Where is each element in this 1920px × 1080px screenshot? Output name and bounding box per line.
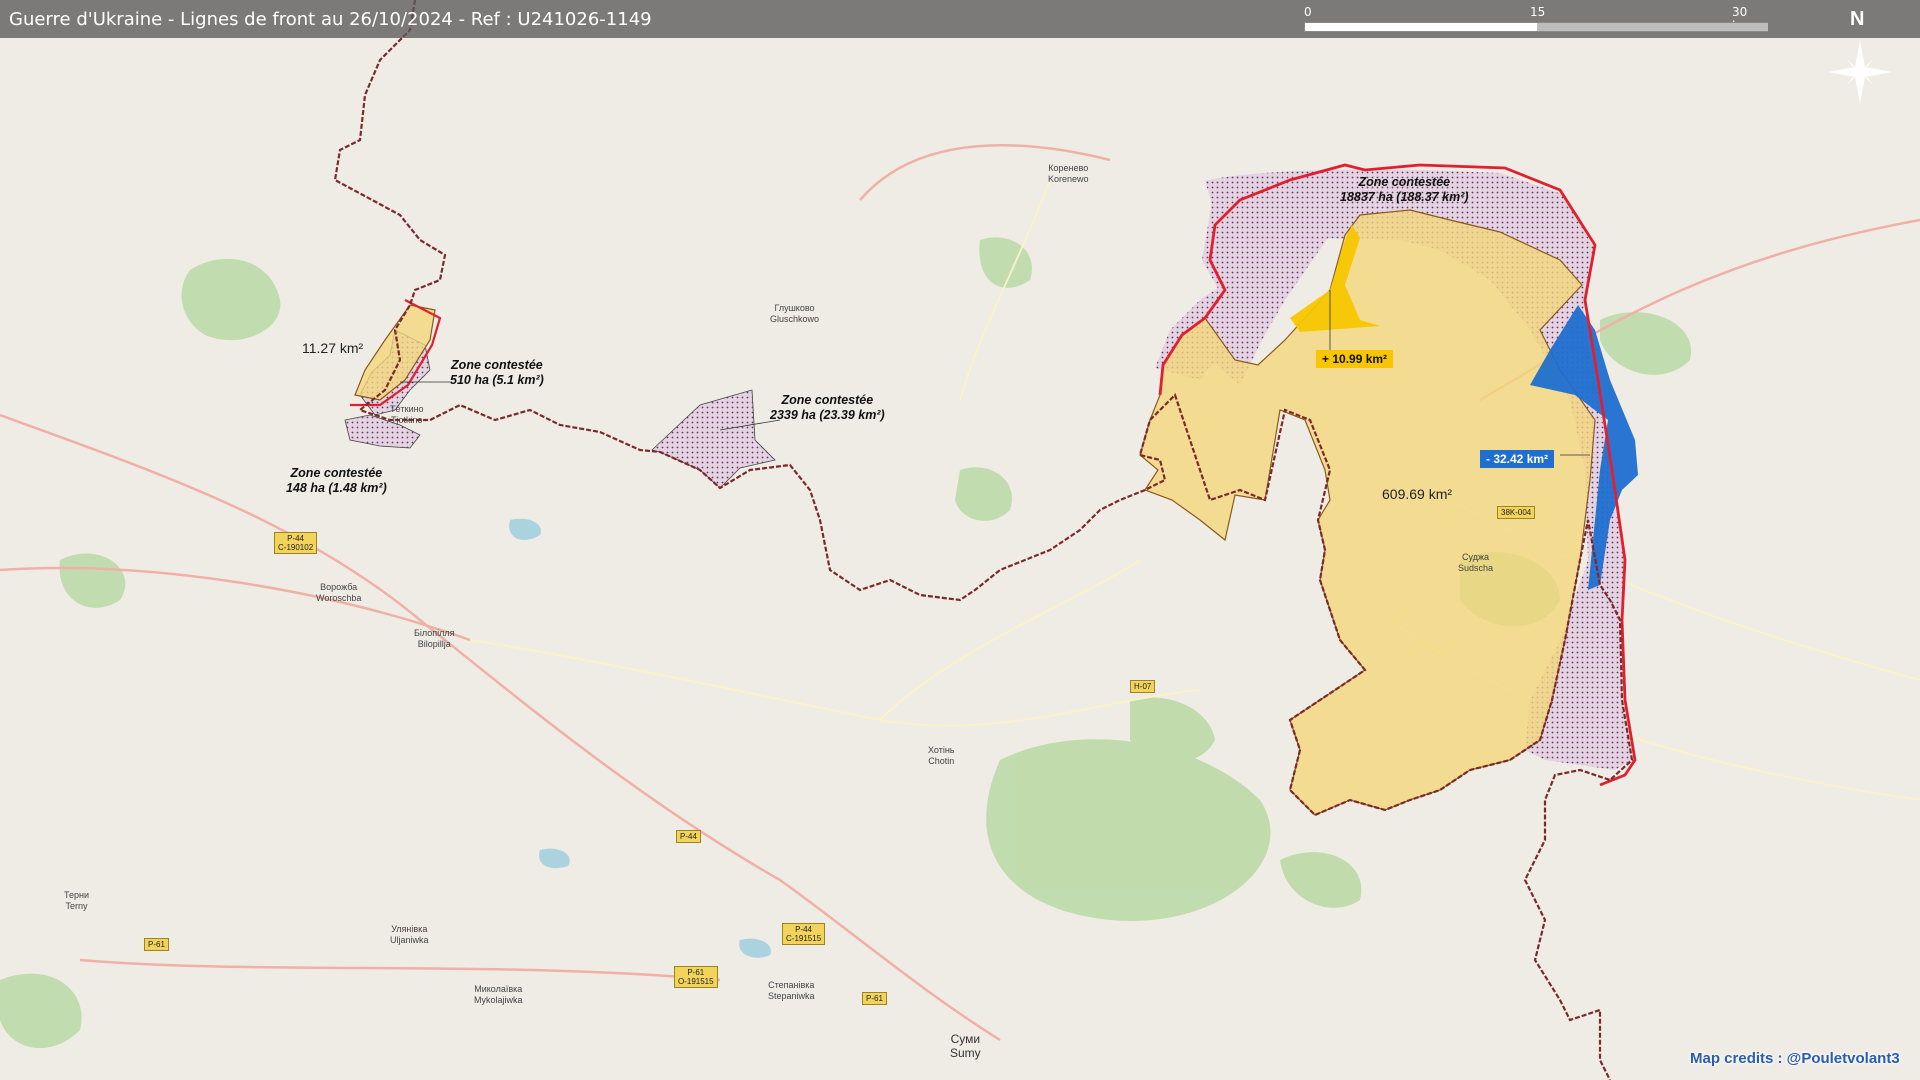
place-mykolaivka: Миколаївка Mykolajiwka [474, 984, 523, 1005]
zone-label-sw-value: 148 ha (1.48 km²) [286, 481, 387, 495]
zone-label-west-title: Zone contestée [451, 358, 543, 372]
map-title: Guerre d'Ukraine - Lignes de front au 26… [9, 9, 652, 30]
gain-label: + 10.99 km² [1316, 350, 1394, 368]
scale-bar-graphic [1304, 22, 1768, 32]
road-shield-p44-c191515: P-44 C-191515 [782, 923, 826, 945]
place-sumy: Суми Sumy [950, 1032, 981, 1060]
road-shield-p44: P-44 [676, 830, 701, 843]
place-tyotkino: Тёткино Tjotkino [390, 404, 424, 425]
zone-label-sw-title: Zone contestée [290, 466, 383, 480]
place-khotin: Хотінь Chotin [928, 745, 955, 766]
area-label-main: 609.69 km² [1382, 486, 1453, 502]
zone-label-west-value: 510 ha (5.1 km²) [450, 373, 544, 387]
road-shield-h07: H-07 [1130, 680, 1156, 693]
place-ulianivka: Улянівка Uljaniwka [390, 924, 429, 945]
north-label: N [1850, 8, 1865, 30]
place-korenevo: Коренево Korenewo [1048, 163, 1089, 184]
place-glushkovo: Глушково Gluschkowo [770, 303, 820, 324]
road-shield-p61-b: P-61 [862, 992, 887, 1005]
area-label-west: 11.27 km² [302, 340, 364, 356]
zone-label-main-title: Zone contestée [1358, 175, 1451, 189]
map-credits: Map credits : @Pouletvolant3 [1690, 1050, 1900, 1067]
road-shield-p61-a: P-61 [144, 938, 169, 951]
north-arrow: N [1820, 6, 1900, 116]
scale-tick-0: 0 [1304, 5, 1312, 19]
loss-label: - 32.42 km² [1480, 450, 1555, 468]
scale-tick-15: 15 [1530, 5, 1546, 19]
zone-label-center-value: 2339 ha (23.39 km²) [770, 408, 885, 422]
place-bilopillia: Білопілля Bilopillja [414, 628, 455, 649]
zone-label-west: Zone contestée 510 ha (5.1 km²) [450, 358, 544, 388]
zone-label-main: Zone contestée 18837 ha (188.37 km²) [1340, 175, 1469, 205]
road-shield-p61-o191515: P-61 O-191515 [674, 966, 718, 988]
place-stepanivka: Степанівка Stepaniwka [768, 980, 815, 1001]
place-sudzha: Суджа Sudscha [1458, 552, 1494, 573]
place-terny: Терни Terny [64, 890, 90, 911]
road-shield-p44-c190102: P-44 C-190102 [274, 532, 318, 554]
zone-label-main-value: 18837 ha (188.37 km²) [1340, 190, 1469, 204]
zone-label-center-title: Zone contestée [781, 393, 874, 407]
zone-label-sw: Zone contestée 148 ha (1.48 km²) [286, 466, 387, 496]
zone-label-center: Zone contestée 2339 ha (23.39 km²) [770, 393, 885, 423]
place-vorozhba: Ворожба Woroschba [316, 582, 362, 603]
road-shield-38k004: 38K-004 [1497, 506, 1536, 519]
scale-bar: 0 15 30 km [1304, 5, 1768, 35]
